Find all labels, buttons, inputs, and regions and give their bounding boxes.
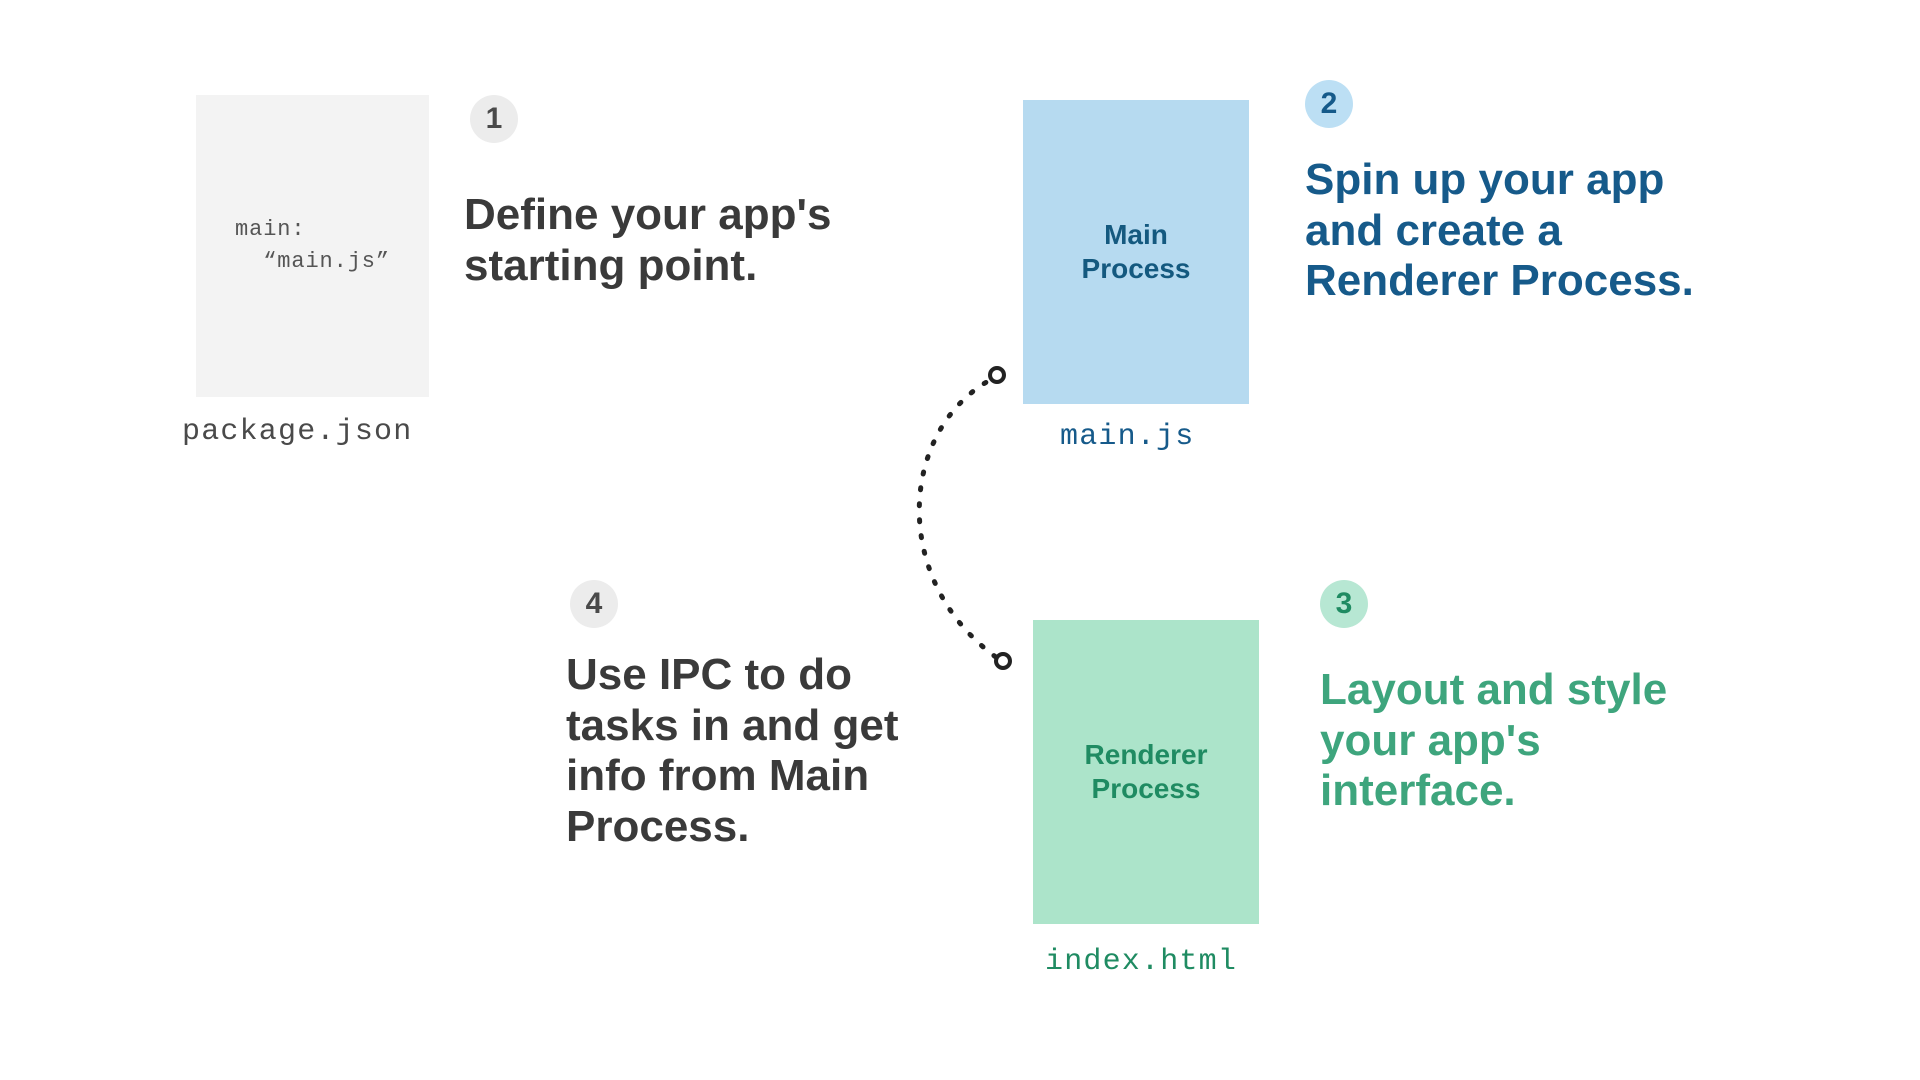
step-1-badge: 1 [470, 95, 518, 143]
renderer-process-title: Renderer Process [1085, 738, 1208, 805]
step-2-heading: Spin up your app and create a Renderer P… [1305, 155, 1715, 307]
package-json-snippet: main: “main.js” [235, 214, 390, 278]
diagram-root: main: “main.js” package.json 1 Define yo… [0, 0, 1920, 1080]
step-3-heading: Layout and style your app's interface. [1320, 665, 1700, 817]
ipc-connector [870, 360, 1050, 690]
main-process-title: Main Process [1082, 218, 1191, 285]
main-process-card: Main Process [1023, 100, 1249, 404]
main-js-label: main.js [1060, 420, 1194, 454]
renderer-process-card: Renderer Process [1033, 620, 1259, 924]
step-1-heading: Define your app's starting point. [464, 190, 864, 291]
step-2-badge: 2 [1305, 80, 1353, 128]
package-json-label: package.json [182, 415, 412, 449]
step-4-badge: 4 [570, 580, 618, 628]
index-html-label: index.html [1045, 945, 1237, 979]
ipc-endpoint-main [988, 366, 1006, 384]
step-3-badge: 3 [1320, 580, 1368, 628]
package-json-card: main: “main.js” [196, 95, 429, 397]
ipc-endpoint-renderer [994, 652, 1012, 670]
